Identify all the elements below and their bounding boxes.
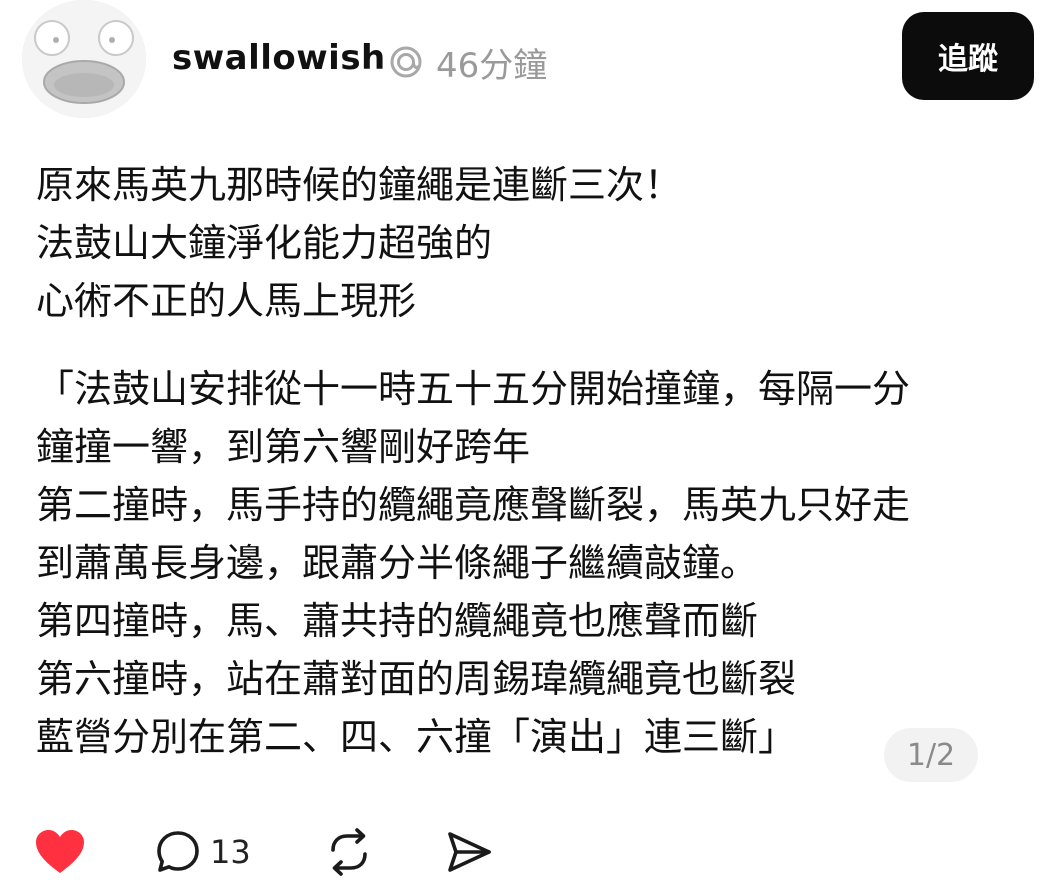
like-button[interactable] xyxy=(34,826,86,878)
share-button[interactable] xyxy=(444,826,494,878)
speech-bubble-icon xyxy=(157,831,199,872)
post-timestamp: 46分鐘 xyxy=(436,46,548,86)
post-text-line: 「法鼓山安排從十一時五十五分開始撞鐘，每隔一分 xyxy=(36,367,911,411)
page-indicator-badge: 1/2 xyxy=(884,728,978,782)
avatar[interactable] xyxy=(22,0,146,118)
repost-arrows-icon xyxy=(331,828,367,876)
post-body: 原來馬英九那時候的鐘繩是連斷三次！ 法鼓山大鐘淨化能力超強的 心術不正的人馬上現… xyxy=(36,156,1016,766)
post-text-line: 第二撞時，馬手持的纜繩竟應聲斷裂，馬英九只好走 xyxy=(36,483,911,527)
repost-button[interactable] xyxy=(324,826,374,878)
post-text-line: 第六撞時，站在蕭對面的周錫瑋纜繩竟也斷裂 xyxy=(36,657,797,701)
post-text-line: 法鼓山大鐘淨化能力超強的 xyxy=(36,221,493,265)
heart-filled-icon xyxy=(36,830,84,873)
post-action-bar: 13 xyxy=(0,822,1050,882)
author-username[interactable]: swallowish xyxy=(172,38,386,78)
paper-plane-icon xyxy=(448,832,491,872)
avatar-face-icon xyxy=(22,0,146,118)
post-text-line: 藍營分別在第二、四、六撞「演出」連三斷」 xyxy=(36,715,797,759)
post-text-line: 原來馬英九那時候的鐘繩是連斷三次！ xyxy=(36,163,683,207)
follow-button[interactable]: 追蹤 xyxy=(902,12,1034,100)
post-text-line: 第四撞時，馬、蕭共持的纜繩竟也應聲而斷 xyxy=(36,599,759,643)
post-text-line: 到蕭萬長身邊，跟蕭分半條繩子繼續敲鐘。 xyxy=(36,541,759,585)
post-text-line: 心術不正的人馬上現形 xyxy=(36,279,417,323)
comment-count: 13 xyxy=(210,833,251,871)
comment-button[interactable]: 13 xyxy=(154,826,251,878)
post-paragraph: 「法鼓山安排從十一時五十五分開始撞鐘，每隔一分 鐘撞一響，到第六響剛好跨年 第二… xyxy=(36,360,1016,766)
threads-icon xyxy=(390,46,422,78)
post-paragraph: 原來馬英九那時候的鐘繩是連斷三次！ 法鼓山大鐘淨化能力超強的 心術不正的人馬上現… xyxy=(36,156,1016,330)
post-text-line: 鐘撞一響，到第六響剛好跨年 xyxy=(36,425,531,469)
